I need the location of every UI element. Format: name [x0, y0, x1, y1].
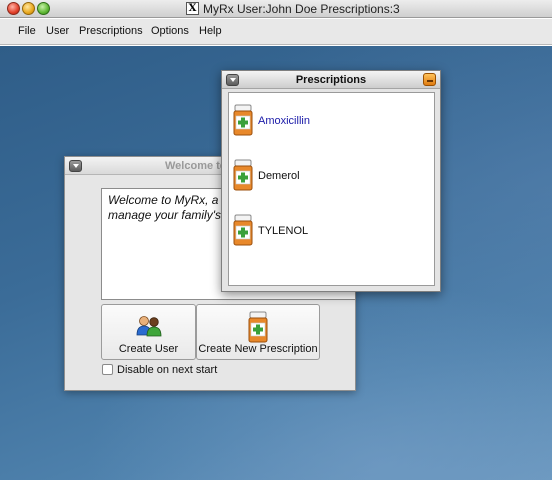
menu-prescriptions[interactable]: Prescriptions — [79, 25, 143, 37]
prescription-name: TYLENOL — [258, 225, 309, 237]
welcome-title: Welcome to — [165, 160, 227, 172]
prescription-item[interactable]: TYLENOL — [229, 214, 434, 248]
prescription-item[interactable]: Amoxicillin — [229, 104, 434, 138]
create-user-label: Create User — [118, 343, 179, 355]
create-prescription-button[interactable]: Create New Prescription — [196, 304, 320, 360]
window-title: MyRx User:John Doe Prescriptions:3 — [203, 2, 400, 16]
window-menu-button[interactable] — [69, 160, 82, 172]
prescriptions-title: Prescriptions — [295, 74, 367, 86]
prescription-item[interactable]: Demerol — [229, 159, 434, 193]
users-icon — [136, 315, 162, 340]
disable-on-start-label: Disable on next start — [117, 364, 218, 376]
zoom-window-button[interactable] — [37, 2, 50, 15]
prescriptions-titlebar[interactable]: Prescriptions — [222, 71, 440, 89]
prescription-name: Amoxicillin — [258, 115, 310, 127]
disable-on-start-checkbox[interactable] — [102, 364, 113, 375]
x11-icon: X — [186, 2, 199, 15]
menu-bar: File User Prescriptions Options Help — [0, 19, 552, 45]
menu-help[interactable]: Help — [199, 25, 222, 37]
close-window-button[interactable] — [7, 2, 20, 15]
prescription-name: Demerol — [258, 170, 300, 182]
minimize-icon[interactable] — [423, 73, 436, 86]
pill-bottle-icon — [247, 311, 269, 346]
create-user-button[interactable]: Create User — [101, 304, 196, 360]
pill-bottle-icon — [232, 104, 254, 139]
pill-bottle-icon — [232, 159, 254, 194]
window-titlebar: X MyRx User:John Doe Prescriptions:3 — [0, 0, 552, 18]
menu-options[interactable]: Options — [151, 25, 189, 37]
prescriptions-list[interactable]: Amoxicillin Demerol TYLENOL — [228, 92, 435, 286]
pill-bottle-icon — [232, 214, 254, 249]
menu-file[interactable]: File — [18, 25, 36, 37]
minimize-window-button[interactable] — [22, 2, 35, 15]
create-prescription-label: Create New Prescription — [198, 343, 318, 355]
prescriptions-window: Prescriptions Amoxicillin Demerol TYLENO… — [221, 70, 441, 292]
menu-user[interactable]: User — [46, 25, 69, 37]
